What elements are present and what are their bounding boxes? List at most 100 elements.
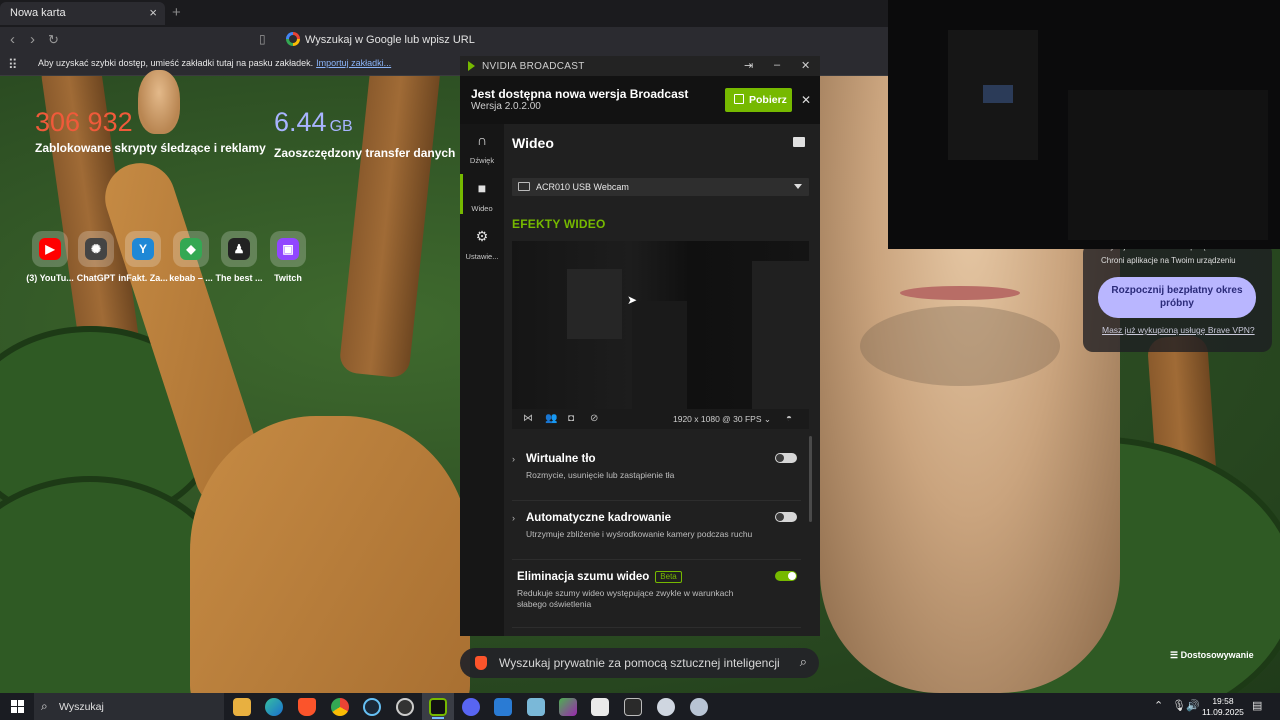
chevron-down-icon (794, 184, 802, 189)
performance-icon[interactable]: ◓ (786, 413, 792, 424)
google-icon (286, 32, 300, 46)
tab-title: Nowa karta (10, 7, 66, 19)
hamster-sticker (138, 70, 180, 134)
clock-time: 19:58 (1212, 696, 1234, 706)
notepad-icon[interactable] (527, 698, 545, 716)
taskbar-search[interactable]: ⌕ Wyszukaj (34, 693, 224, 720)
update-banner: Jest dostępna nowa wersja Broadcast Wers… (460, 76, 820, 124)
bookmark-icon[interactable]: ▯ (259, 32, 266, 46)
hide-preview-icon[interactable]: ⊘ (590, 413, 598, 424)
effect-title: Automatyczne kadrowanie (526, 512, 672, 524)
taskbar-search-input[interactable]: Wyszukaj (59, 701, 104, 713)
window-app-icon[interactable] (494, 698, 512, 716)
effect-description: Redukuje szumy wideo występujące zwykle … (517, 588, 734, 609)
ai-search-input[interactable]: Wyszukaj prywatnie za pomocą sztucznej i… (499, 656, 780, 670)
tray-chevron-up-icon[interactable]: ⌃ (1154, 699, 1163, 712)
vpn-feature-2: Chroni aplikacje na Twoim urządzeniu (1101, 256, 1236, 265)
google-maps-icon: ◆ (180, 238, 202, 260)
edge-icon[interactable] (265, 698, 283, 716)
shortcut-twitch[interactable]: ▣ Twitch (260, 231, 316, 283)
shortcut-label: Twitch (274, 273, 302, 283)
sign-in-icon[interactable]: ⇥ (744, 59, 753, 72)
camera-settings-icon[interactable]: ◘ (568, 413, 574, 424)
effect-virtual-background[interactable]: › Wirtualne tło Rozmycie, usunięcie lub … (512, 442, 801, 501)
taskbar-active-broadcast[interactable] (422, 693, 454, 720)
notifications-icon[interactable]: ▤ (1252, 699, 1262, 712)
forward-icon[interactable]: › (30, 31, 35, 48)
twitch-icon: ▣ (277, 238, 299, 260)
taskbar-clock[interactable]: 19:58 11.09.2025 (1202, 696, 1244, 718)
video-noise-removal-toggle[interactable] (775, 571, 797, 581)
new-tab-icon[interactable]: + (172, 4, 181, 21)
app-icon-11[interactable] (690, 698, 708, 716)
external-link-icon (734, 94, 744, 104)
camera-source-value: ACR010 USB Webcam (536, 182, 629, 192)
download-update-button[interactable]: Pobierz (725, 88, 792, 112)
bandwidth-saved-unit: GB (329, 118, 353, 135)
discord-icon[interactable] (462, 698, 480, 716)
infakt-icon: Y (132, 238, 154, 260)
effects-scrollbar[interactable] (809, 436, 812, 522)
clock-date: 11.09.2025 (1202, 707, 1244, 717)
broadcast-titlebar: NVIDIA BROADCAST ⇥ – ✕ (460, 56, 820, 76)
microphone-icon[interactable]: 🎙 (1172, 699, 1186, 712)
app-icon-10[interactable] (657, 698, 675, 716)
file-explorer-icon[interactable] (233, 698, 251, 716)
people-icon[interactable]: 👥 (545, 413, 557, 424)
bandwidth-saved-stat: 6.44 GB Zaoszczędzony transfer danych (274, 107, 455, 160)
beta-badge: Beta (655, 571, 682, 583)
resolution-select[interactable]: 1920 x 1080 @ 30 FPS ⌄ (673, 414, 771, 425)
effect-description: Utrzymuje zbliżenie i wyśrodkowanie kame… (526, 529, 753, 539)
sidebar-item-audio[interactable]: ∩ Dźwięk (460, 132, 504, 168)
volume-icon[interactable]: 🔊 (1186, 699, 1200, 712)
camera-source-select[interactable]: ACR010 USB Webcam (512, 178, 809, 196)
effect-video-noise-removal[interactable]: Eliminacja szumu wideo Beta Redukuje szum… (512, 560, 801, 628)
mouse-cursor-icon: ➤ (627, 293, 638, 307)
ai-search-box[interactable]: Wyszukaj prywatnie za pomocą sztucznej i… (460, 648, 819, 678)
close-icon[interactable]: × (149, 5, 157, 20)
bandwidth-saved-value: 6.44 (274, 107, 327, 137)
headphones-icon: ∩ (476, 132, 488, 148)
start-windows-icon[interactable] (11, 700, 24, 713)
terminal-icon[interactable] (591, 698, 609, 716)
close-icon[interactable]: ✕ (801, 59, 810, 72)
brave-vpn-card: Szyfruje całość w Twoim połączeniu Chron… (1083, 242, 1272, 352)
customize-button[interactable]: ☰ Dostosowywanie (1170, 650, 1254, 661)
chrome-icon[interactable] (331, 698, 349, 716)
auto-frame-toggle[interactable] (775, 512, 797, 522)
sidebar-item-settings[interactable]: ⚙ Ustawie... (460, 228, 504, 264)
brave-icon[interactable] (298, 698, 316, 716)
preview-toolbar: ⋈ 👥 ◘ ⊘ 1920 x 1080 @ 30 FPS ⌄ ◓ (512, 409, 809, 429)
youtube-icon: ▶ (39, 238, 61, 260)
back-icon[interactable]: ‹ (10, 31, 15, 48)
tab-new-tab[interactable]: Nowa karta × (0, 2, 165, 25)
broadcast-sidebar: ∩ Dźwięk ■ Wideo ⚙ Ustawie... (460, 124, 504, 636)
steam-icon[interactable] (363, 698, 381, 716)
dismiss-update-icon[interactable]: ✕ (801, 93, 811, 107)
reload-icon[interactable]: ↻ (48, 32, 59, 48)
address-input[interactable]: Wyszukaj w Google lub wpisz URL (305, 34, 475, 46)
apps-grid-icon[interactable]: ⠿ (8, 57, 18, 73)
sidebar-item-video[interactable]: ■ Wideo (460, 174, 504, 216)
video-preview: ➤ (512, 241, 809, 409)
effect-auto-frame[interactable]: › Automatyczne kadrowanie Utrzymuje zbli… (512, 501, 801, 560)
gear-icon: ⚙ (475, 228, 489, 244)
chevron-right-icon: › (512, 454, 515, 464)
start-trial-button[interactable]: Rozpocznij bezpłatny okres próbny (1098, 277, 1256, 318)
shortcut-label: The best ... (215, 273, 263, 283)
widgets-app-icon[interactable] (559, 698, 577, 716)
camera-preview-window (888, 0, 1280, 249)
import-bookmarks-link[interactable]: Importuj zakładki... (316, 58, 391, 68)
search-icon[interactable]: ⌕ (800, 654, 807, 670)
virtual-background-toggle[interactable] (775, 453, 797, 463)
feedback-icon[interactable] (793, 137, 805, 147)
effect-title: Wirtualne tło (526, 453, 596, 465)
shortcut-chess[interactable]: ♟ The best ... (211, 231, 267, 283)
epic-games-icon[interactable] (624, 698, 642, 716)
vpn-already-purchased-link[interactable]: Masz już wykupioną usługę Brave VPN? (1102, 325, 1255, 335)
chatgpt-icon: ✺ (85, 238, 107, 260)
obs-icon[interactable] (396, 698, 414, 716)
compare-icon[interactable]: ⋈ (523, 413, 533, 424)
minimize-icon[interactable]: – (774, 59, 780, 71)
search-icon: ⌕ (41, 699, 48, 713)
